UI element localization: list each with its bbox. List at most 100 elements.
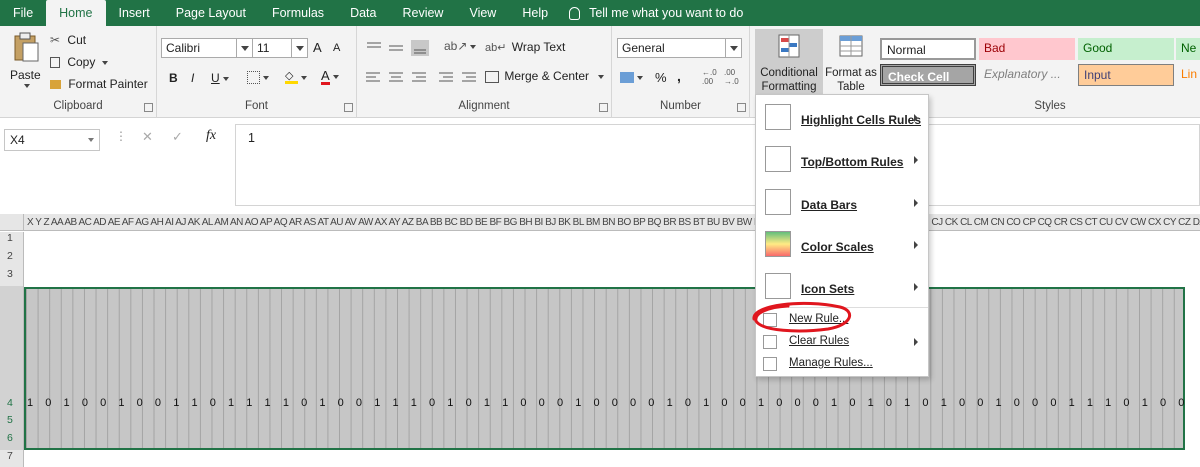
menu-item-highlight-cells-rules[interactable]: Highlight Cells Rules: [756, 99, 928, 137]
tab-home[interactable]: Home: [46, 0, 106, 26]
fill-color-button[interactable]: ◇: [285, 70, 307, 85]
select-all-corner[interactable]: [0, 214, 24, 231]
conditional-formatting-button[interactable]: Conditional Formatting: [755, 29, 823, 95]
percent-button[interactable]: %: [655, 70, 667, 85]
conditional-formatting-icon: [778, 34, 800, 58]
font-size-select[interactable]: 11: [252, 38, 308, 58]
borders-button[interactable]: [247, 70, 269, 85]
row-header-5[interactable]: 5: [0, 414, 24, 432]
format-as-table-label: Format as Table: [825, 67, 877, 93]
font-launcher-icon[interactable]: [344, 103, 353, 112]
font-group-label: Font: [244, 100, 268, 112]
percent-icon: %: [655, 70, 667, 85]
grow-font-button[interactable]: A: [313, 40, 322, 55]
format-painter-button[interactable]: Format Painter: [50, 77, 148, 91]
underline-button[interactable]: U: [211, 71, 229, 85]
font-name-select[interactable]: Calibri: [161, 38, 253, 58]
style-good[interactable]: Good: [1078, 38, 1174, 60]
alignment-group: ab↗ ab↵ Wrap Text Merge & Center Alignme…: [357, 26, 612, 118]
bold-button[interactable]: B: [169, 71, 178, 85]
tab-insert[interactable]: Insert: [106, 0, 163, 26]
paste-dropdown-icon: [24, 84, 30, 88]
comma-button[interactable]: ,: [677, 68, 681, 84]
formula-bar-grip[interactable]: ⋮: [115, 129, 127, 143]
chevron-down-icon: [88, 138, 94, 142]
merge-center-icon: [485, 70, 499, 83]
row-header-6[interactable]: 6: [0, 432, 24, 450]
format-as-table-button[interactable]: Format as Table: [823, 29, 879, 95]
enter-icon[interactable]: ✓: [172, 129, 183, 145]
worksheet-grid[interactable]: X Y Z AA AB AC AD AE AF AG AH AI AJ AK A…: [0, 214, 1200, 467]
menu-item-top-bottom-rules[interactable]: Top/Bottom Rules: [756, 141, 928, 179]
number-launcher-icon[interactable]: [737, 103, 746, 112]
decrease-decimal-button[interactable]: .00 →.0: [724, 68, 742, 86]
style-bad[interactable]: Bad: [979, 38, 1075, 60]
copy-dropdown-icon: [101, 60, 108, 65]
name-box[interactable]: X4: [4, 129, 100, 151]
selected-range[interactable]: [24, 287, 1185, 450]
italic-button[interactable]: I: [191, 71, 194, 85]
style-input[interactable]: Input: [1078, 64, 1174, 86]
cancel-icon[interactable]: ✕: [142, 129, 153, 145]
align-top-icons[interactable]: [365, 39, 433, 57]
tab-review[interactable]: Review: [389, 0, 456, 26]
formula-bar: X4 ⋮ ✕ ✓ fx 1: [0, 119, 1200, 212]
number-format-select[interactable]: General: [617, 38, 742, 58]
merge-center-button[interactable]: Merge & Center: [485, 69, 605, 83]
menu-item-color-scales[interactable]: Color Scales: [756, 226, 928, 264]
tab-page-layout[interactable]: Page Layout: [163, 0, 259, 26]
color-scales-icon: [765, 231, 791, 257]
increase-decimal-icon: ←.0 .00: [702, 68, 717, 86]
highlight-cells-rules-label: Highlight Cells Rules: [801, 113, 922, 127]
column-headers[interactable]: X Y Z AA AB AC AD AE AF AG AH AI AJ AK A…: [24, 214, 1200, 231]
tab-file[interactable]: File: [0, 0, 46, 26]
top-bottom-rules-icon: [765, 146, 791, 172]
name-box-value: X4: [10, 133, 25, 147]
icon-sets-label: Icon Sets: [801, 282, 855, 296]
alignment-launcher-icon[interactable]: [599, 103, 608, 112]
menu-item-data-bars[interactable]: Data Bars: [756, 184, 928, 222]
row-header-4-label: 4: [7, 397, 13, 409]
row-header-1[interactable]: 1: [0, 232, 24, 250]
tab-view[interactable]: View: [456, 0, 509, 26]
menu-item-manage-rules[interactable]: Manage Rules...: [756, 353, 928, 375]
tell-me-search[interactable]: Tell me what you want to do: [569, 0, 743, 26]
font-group: Calibri 11 A A B I U ◇ A Font: [157, 26, 357, 118]
manage-rules-label: Manage Rules...: [789, 357, 873, 369]
format-painter-label: Format Painter: [68, 77, 148, 91]
underline-icon: U: [211, 71, 220, 85]
chevron-down-icon: [222, 76, 229, 81]
accounting-format-button[interactable]: [620, 70, 643, 84]
row-4-cell-values: 1 0 1 0 0 1 0 0 1 1 0 1 1 1 1 0 1 0 0 1 …: [27, 397, 1187, 409]
font-name-value: Calibri: [166, 41, 201, 55]
row-header-3[interactable]: 3: [0, 268, 24, 286]
shrink-font-button[interactable]: A: [333, 42, 340, 54]
formula-input[interactable]: 1: [235, 124, 1200, 206]
orientation-button[interactable]: ab↗: [444, 39, 477, 53]
align-horizontal-icons[interactable]: [365, 70, 480, 86]
row-header-7[interactable]: 7: [0, 450, 24, 467]
row-header-4[interactable]: 4: [0, 286, 24, 414]
style-linked-cell[interactable]: Lin: [1176, 64, 1200, 86]
increase-decimal-button[interactable]: ←.0 .00: [702, 68, 720, 86]
style-neutral[interactable]: Ne: [1176, 38, 1200, 60]
font-color-button[interactable]: A: [321, 69, 339, 85]
style-explanatory[interactable]: Explanatory ...: [979, 64, 1075, 86]
insert-function-icon[interactable]: fx: [206, 128, 216, 144]
icon-sets-icon: [765, 273, 791, 299]
style-check-cell[interactable]: Check Cell: [880, 64, 976, 86]
conditional-formatting-label: Conditional Formatting: [760, 67, 818, 93]
tab-data[interactable]: Data: [337, 0, 389, 26]
clipboard-launcher-icon[interactable]: [144, 103, 153, 112]
style-normal[interactable]: Normal: [880, 38, 976, 60]
copy-button[interactable]: Copy: [50, 55, 108, 69]
comma-icon: ,: [677, 68, 681, 84]
paste-label: Paste: [10, 68, 41, 82]
wrap-text-button[interactable]: ab↵ Wrap Text: [485, 40, 565, 54]
tab-help[interactable]: Help: [509, 0, 561, 26]
row-header-2[interactable]: 2: [0, 250, 24, 268]
number-format-value: General: [622, 41, 665, 55]
tab-formulas[interactable]: Formulas: [259, 0, 337, 26]
paste-button[interactable]: Paste: [8, 32, 44, 92]
cut-button[interactable]: ✂ Cut: [50, 33, 86, 47]
